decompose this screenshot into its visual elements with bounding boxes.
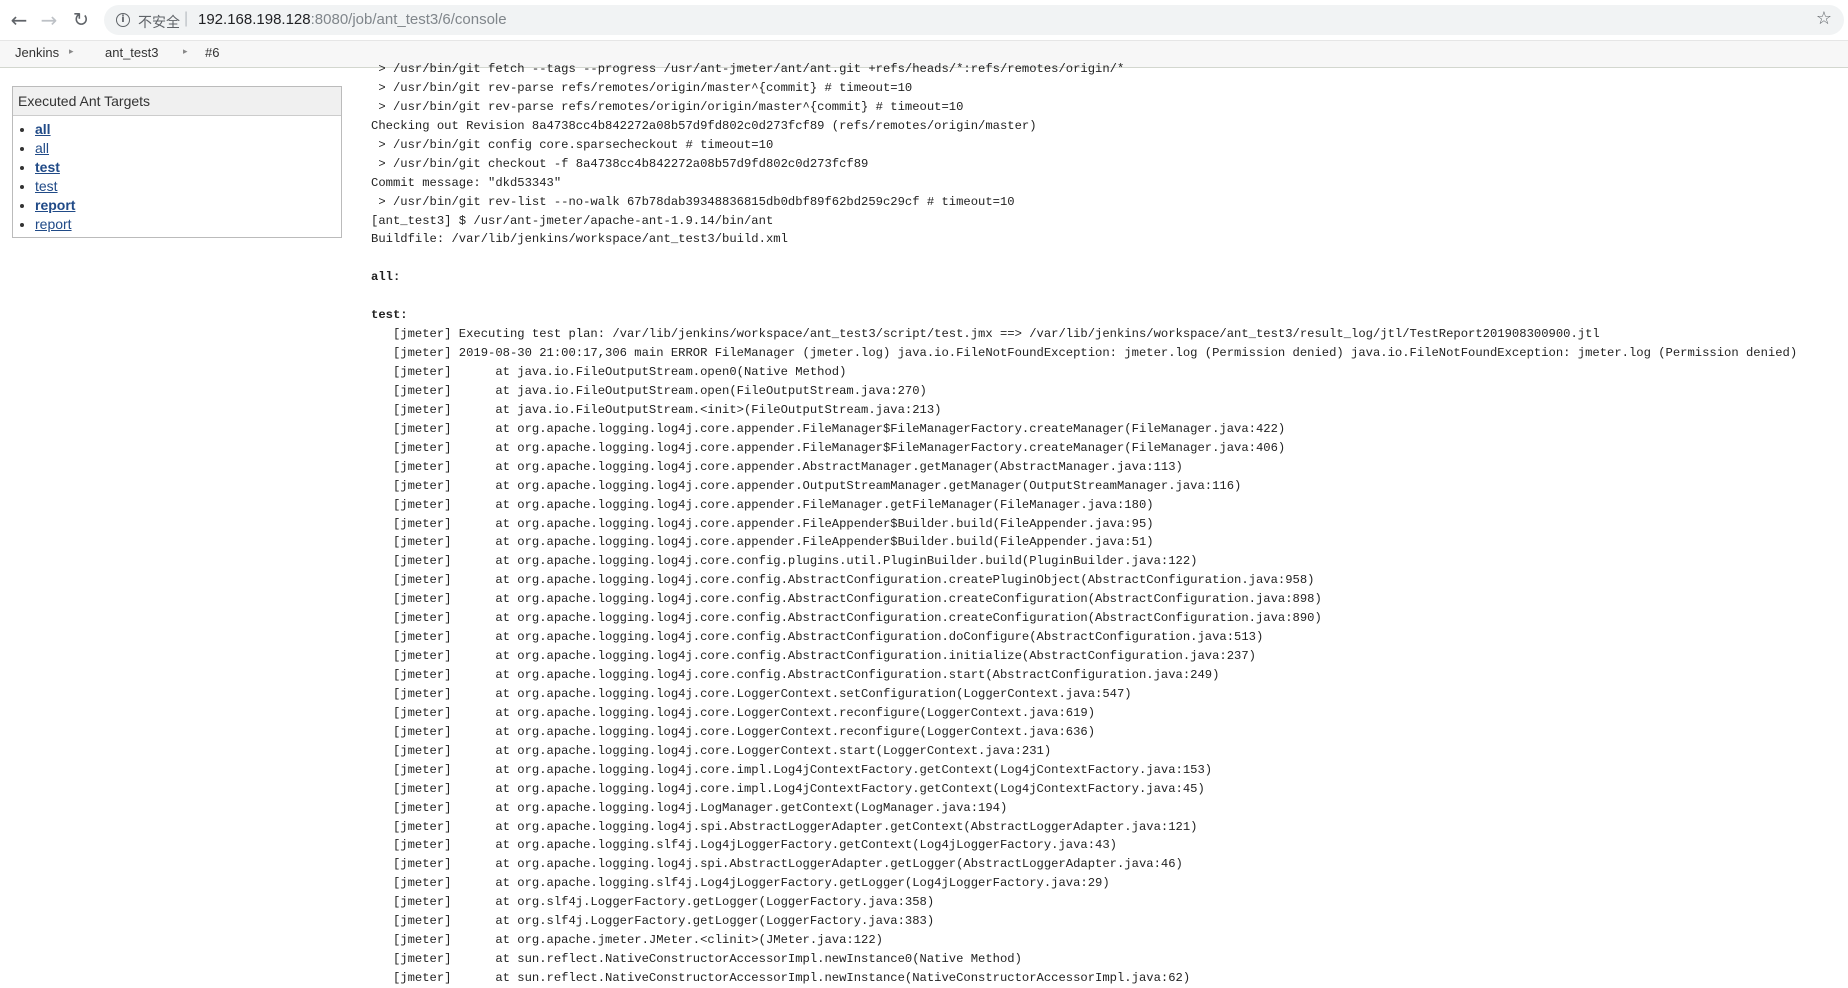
console-line: [jmeter] at org.apache.logging.log4j.Log… bbox=[371, 800, 1008, 815]
console-line: [jmeter] at org.apache.logging.log4j.cor… bbox=[371, 724, 1096, 739]
console-line: [jmeter] at org.apache.logging.log4j.cor… bbox=[371, 592, 1322, 607]
target-link-test[interactable]: test bbox=[35, 178, 58, 194]
console-line: [jmeter] at org.apache.logging.log4j.spi… bbox=[371, 819, 1198, 834]
browser-toolbar: ← → ↻ i 不安全 | 192.168.198.128:8080/job/a… bbox=[0, 0, 1848, 41]
console-line: [jmeter] at org.apache.logging.log4j.cor… bbox=[371, 762, 1213, 777]
console-line: [jmeter] at org.slf4j.LoggerFactory.getL… bbox=[371, 895, 935, 910]
console-line: [jmeter] at org.apache.logging.log4j.cor… bbox=[371, 630, 1264, 645]
target-list: all all test test report report bbox=[13, 120, 341, 234]
forward-arrow-icon[interactable]: → bbox=[38, 9, 60, 31]
console-line: > /usr/bin/git rev-parse refs/remotes/or… bbox=[371, 80, 913, 95]
console-line: [jmeter] at org.apache.jmeter.JMeter.<cl… bbox=[371, 933, 883, 948]
console-line: [jmeter] at org.apache.logging.log4j.cor… bbox=[371, 497, 1154, 512]
console-line: [jmeter] at java.io.FileOutputStream.ope… bbox=[371, 365, 847, 379]
console-line: [jmeter] at org.apache.logging.log4j.cor… bbox=[371, 440, 1286, 455]
console-line: [jmeter] at sun.reflect.NativeConstructo… bbox=[371, 971, 1191, 985]
console-line: [jmeter] at org.apache.logging.log4j.cor… bbox=[371, 705, 1096, 720]
console-line: [ant_test3] $ /usr/ant-jmeter/apache-ant… bbox=[371, 213, 774, 228]
url-text[interactable]: 192.168.198.128:8080/job/ant_test3/6/con… bbox=[198, 11, 507, 28]
list-item: all bbox=[35, 139, 341, 158]
console-line: [jmeter] at org.apache.logging.log4j.cor… bbox=[371, 649, 1256, 664]
address-separator: | bbox=[184, 10, 189, 27]
console-line: [jmeter] at org.apache.logging.slf4j.Log… bbox=[371, 838, 1117, 853]
console-line: [jmeter] at org.apache.logging.log4j.cor… bbox=[371, 516, 1154, 531]
console-line: Buildfile: /var/lib/jenkins/workspace/an… bbox=[371, 232, 788, 247]
console-line: [jmeter] at org.slf4j.LoggerFactory.getL… bbox=[371, 914, 935, 929]
list-item: report bbox=[35, 196, 341, 215]
console-line: [jmeter] at org.apache.logging.log4j.cor… bbox=[371, 686, 1132, 701]
console-line: all: bbox=[371, 270, 401, 285]
breadcrumb-build[interactable]: #6 bbox=[205, 45, 219, 60]
list-item: test bbox=[35, 177, 341, 196]
chevron-right-icon[interactable]: ▸ bbox=[69, 47, 74, 57]
target-link-test[interactable]: test bbox=[35, 159, 60, 175]
console-line: [jmeter] at org.apache.logging.log4j.cor… bbox=[371, 743, 1052, 758]
console-line: [jmeter] Executing test plan: /var/lib/j… bbox=[371, 327, 1600, 342]
target-link-all[interactable]: all bbox=[35, 121, 51, 137]
console-line: > /usr/bin/git checkout -f 8a4738cc4b842… bbox=[371, 156, 869, 171]
console-line: [jmeter] at java.io.FileOutputStream.ope… bbox=[371, 383, 927, 398]
list-item: test bbox=[35, 158, 341, 177]
executed-ant-targets-panel: Executed Ant Targets all all test test r… bbox=[12, 86, 342, 238]
console-line: [jmeter] at org.apache.logging.log4j.cor… bbox=[371, 781, 1205, 796]
panel-title: Executed Ant Targets bbox=[13, 87, 341, 116]
console-line: Commit message: "dkd53343" bbox=[371, 175, 562, 190]
url-host: 192.168.198.128 bbox=[198, 11, 311, 28]
console-line: [jmeter] at org.apache.logging.log4j.cor… bbox=[371, 573, 1315, 588]
console-line: [jmeter] at sun.reflect.NativeConstructo… bbox=[371, 952, 1022, 967]
console-line: [jmeter] at org.apache.logging.log4j.spi… bbox=[371, 857, 1183, 872]
chevron-right-icon[interactable]: ▸ bbox=[183, 47, 188, 57]
console-line: [jmeter] at org.apache.logging.log4j.cor… bbox=[371, 535, 1154, 550]
insecure-label[interactable]: 不安全 bbox=[138, 12, 180, 32]
list-item: report bbox=[35, 215, 341, 234]
console-output: > /usr/bin/git fetch --tags --progress /… bbox=[371, 60, 1841, 988]
console-line: [jmeter] at org.apache.logging.log4j.cor… bbox=[371, 459, 1183, 474]
console-line: [jmeter] at org.apache.logging.log4j.cor… bbox=[371, 478, 1242, 493]
console-line: [jmeter] at org.apache.logging.log4j.cor… bbox=[371, 421, 1286, 436]
breadcrumb-jenkins[interactable]: Jenkins bbox=[15, 45, 59, 60]
console-line: > /usr/bin/git fetch --tags --progress /… bbox=[371, 62, 1125, 76]
console-line: [jmeter] at org.apache.logging.log4j.cor… bbox=[371, 611, 1322, 626]
list-item: all bbox=[35, 120, 341, 139]
console-line: > /usr/bin/git config core.sparsecheckou… bbox=[371, 137, 774, 152]
target-link-all[interactable]: all bbox=[35, 140, 49, 156]
url-path: :8080/job/ant_test3/6/console bbox=[310, 11, 507, 28]
console-line: [jmeter] 2019-08-30 21:00:17,306 main ER… bbox=[371, 346, 1798, 361]
console-line: [jmeter] at org.apache.logging.log4j.cor… bbox=[371, 554, 1198, 569]
console-line: [jmeter] at java.io.FileOutputStream.<in… bbox=[371, 402, 942, 417]
target-link-report[interactable]: report bbox=[35, 216, 72, 232]
back-arrow-icon[interactable]: ← bbox=[8, 9, 30, 31]
target-link-report[interactable]: report bbox=[35, 197, 75, 213]
console-line: test: bbox=[371, 308, 408, 323]
breadcrumb-job[interactable]: ant_test3 bbox=[105, 45, 159, 60]
console-line: [jmeter] at org.apache.logging.log4j.cor… bbox=[371, 668, 1220, 682]
console-line: Checking out Revision 8a4738cc4b842272a0… bbox=[371, 118, 1037, 133]
reload-icon[interactable]: ↻ bbox=[70, 9, 92, 31]
address-bar[interactable]: i 不安全 | 192.168.198.128:8080/job/ant_tes… bbox=[104, 5, 1844, 35]
console-line: [jmeter] at org.apache.logging.slf4j.Log… bbox=[371, 876, 1110, 891]
bookmark-star-icon[interactable]: ☆ bbox=[1816, 8, 1832, 29]
console-line: > /usr/bin/git rev-parse refs/remotes/or… bbox=[371, 99, 964, 114]
info-icon[interactable]: i bbox=[116, 13, 130, 27]
console-line: > /usr/bin/git rev-list --no-walk 67b78d… bbox=[371, 194, 1015, 209]
